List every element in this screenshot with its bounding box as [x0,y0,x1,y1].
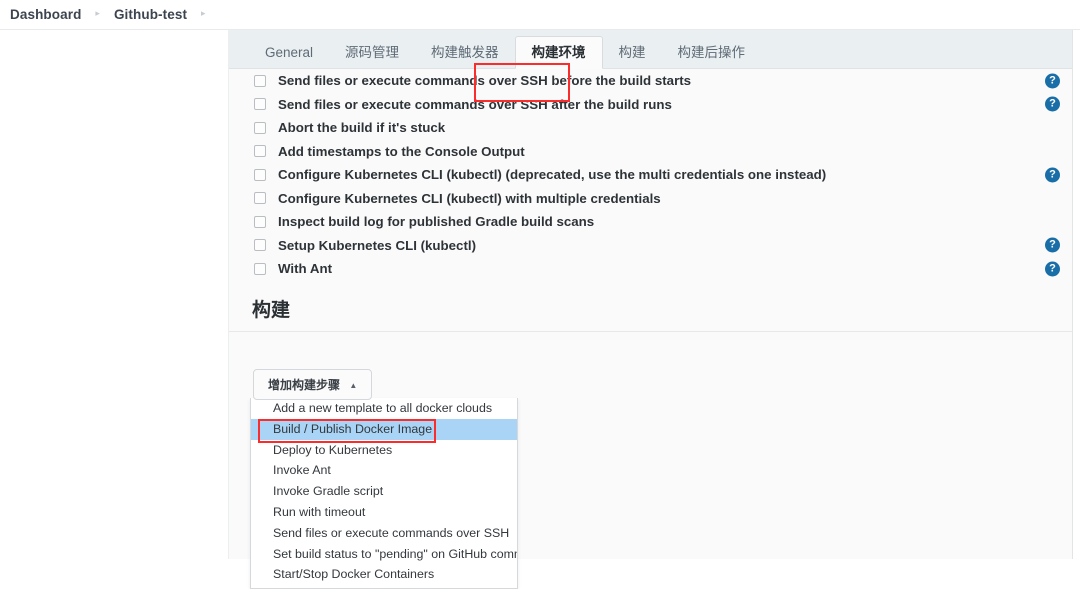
checkbox-inspect-gradle-build-scans[interactable] [254,215,266,228]
checkbox-setup-kubectl[interactable] [254,239,266,252]
checkbox-with-ant[interactable] [254,262,266,275]
chevron-up-icon: ▲ [349,381,358,391]
option-label: Abort the build if it's stuck [278,120,446,136]
option-row[interactable]: Configure Kubernetes CLI (kubectl) (depr… [229,163,1072,187]
checkbox-abort-if-stuck[interactable] [254,121,266,134]
menu-item-deploy-to-kubernetes[interactable]: Deploy to Kubernetes [251,440,517,461]
tab-build-environment[interactable]: 构建环境 [514,36,603,69]
option-row[interactable]: Send files or execute commands over SSH … [229,69,1072,93]
breadcrumb-item-github-test[interactable]: Github-test [114,7,187,22]
option-row[interactable]: Add timestamps to the Console Output [229,140,1072,164]
tab-post-build-actions[interactable]: 构建后操作 [662,38,762,68]
help-icon[interactable]: ? [1045,96,1060,112]
config-tab-bar: General 源码管理 构建触发器 构建环境 构建 构建后操作 [229,30,1072,69]
menu-item-build-publish-docker-image[interactable]: Build / Publish Docker Image [251,418,517,440]
page-canvas: General 源码管理 构建触发器 构建环境 构建 构建后操作 Send fi… [0,30,1080,589]
breadcrumb-separator-icon: ▸ [201,8,206,18]
menu-item-set-build-status-pending[interactable]: Set build status to "pending" on GitHub … [251,544,517,565]
breadcrumb-item-dashboard[interactable]: Dashboard [10,7,81,22]
option-label: Inspect build log for published Gradle b… [278,214,595,230]
menu-item-invoke-ant[interactable]: Invoke Ant [251,460,517,481]
build-section-heading: 构建 [252,300,291,321]
menu-item-add-docker-template[interactable]: Add a new template to all docker clouds [251,398,517,419]
section-divider [229,331,1072,332]
breadcrumb-separator-icon: ▸ [95,8,100,18]
tab-build[interactable]: 构建 [603,38,662,68]
option-label: Add timestamps to the Console Output [278,143,525,159]
menu-item-start-stop-docker-containers[interactable]: Start/Stop Docker Containers [251,564,517,585]
add-build-step-button[interactable]: 增加构建步骤 ▲ [253,369,373,400]
build-step-dropdown-menu[interactable]: Add a new template to all docker clouds … [250,398,518,589]
help-icon[interactable]: ? [1045,261,1060,277]
checkbox-configure-kubectl-multi-credentials[interactable] [254,192,266,205]
option-label: Setup Kubernetes CLI (kubectl) [278,237,476,253]
option-row[interactable]: Inspect build log for published Gradle b… [229,210,1072,234]
tab-general[interactable]: General [249,38,329,68]
breadcrumb: Dashboard ▸ Github-test ▸ [0,0,1080,30]
checkbox-add-timestamps[interactable] [254,145,266,158]
option-row[interactable]: Setup Kubernetes CLI (kubectl) ? [229,234,1072,258]
checkbox-ssh-after-build[interactable] [254,98,266,111]
add-build-step-label: 增加构建步骤 [268,378,341,392]
option-row[interactable]: Abort the build if it's stuck [229,116,1072,140]
checkbox-ssh-before-build[interactable] [254,74,266,87]
option-label: Configure Kubernetes CLI (kubectl) with … [278,190,661,206]
option-label: With Ant [278,261,333,277]
option-row[interactable]: Configure Kubernetes CLI (kubectl) with … [229,187,1072,211]
option-row[interactable]: Send files or execute commands over SSH … [229,93,1072,117]
build-section: 构建 [229,295,1072,332]
menu-item-send-files-over-ssh[interactable]: Send files or execute commands over SSH [251,523,517,544]
help-icon[interactable]: ? [1045,167,1060,183]
build-environment-option-list: Send files or execute commands over SSH … [229,69,1072,281]
option-label: Configure Kubernetes CLI (kubectl) (depr… [278,167,827,183]
option-row[interactable]: With Ant ? [229,257,1072,281]
help-icon[interactable]: ? [1045,237,1060,253]
tab-source-management[interactable]: 源码管理 [329,38,415,68]
menu-item-invoke-gradle-script[interactable]: Invoke Gradle script [251,481,517,502]
menu-item-run-with-timeout[interactable]: Run with timeout [251,502,517,523]
option-label: Send files or execute commands over SSH … [278,73,692,89]
option-label: Send files or execute commands over SSH … [278,96,672,112]
tab-build-triggers[interactable]: 构建触发器 [415,38,515,68]
checkbox-configure-kubectl-deprecated[interactable] [254,168,266,181]
help-icon[interactable]: ? [1045,73,1060,89]
